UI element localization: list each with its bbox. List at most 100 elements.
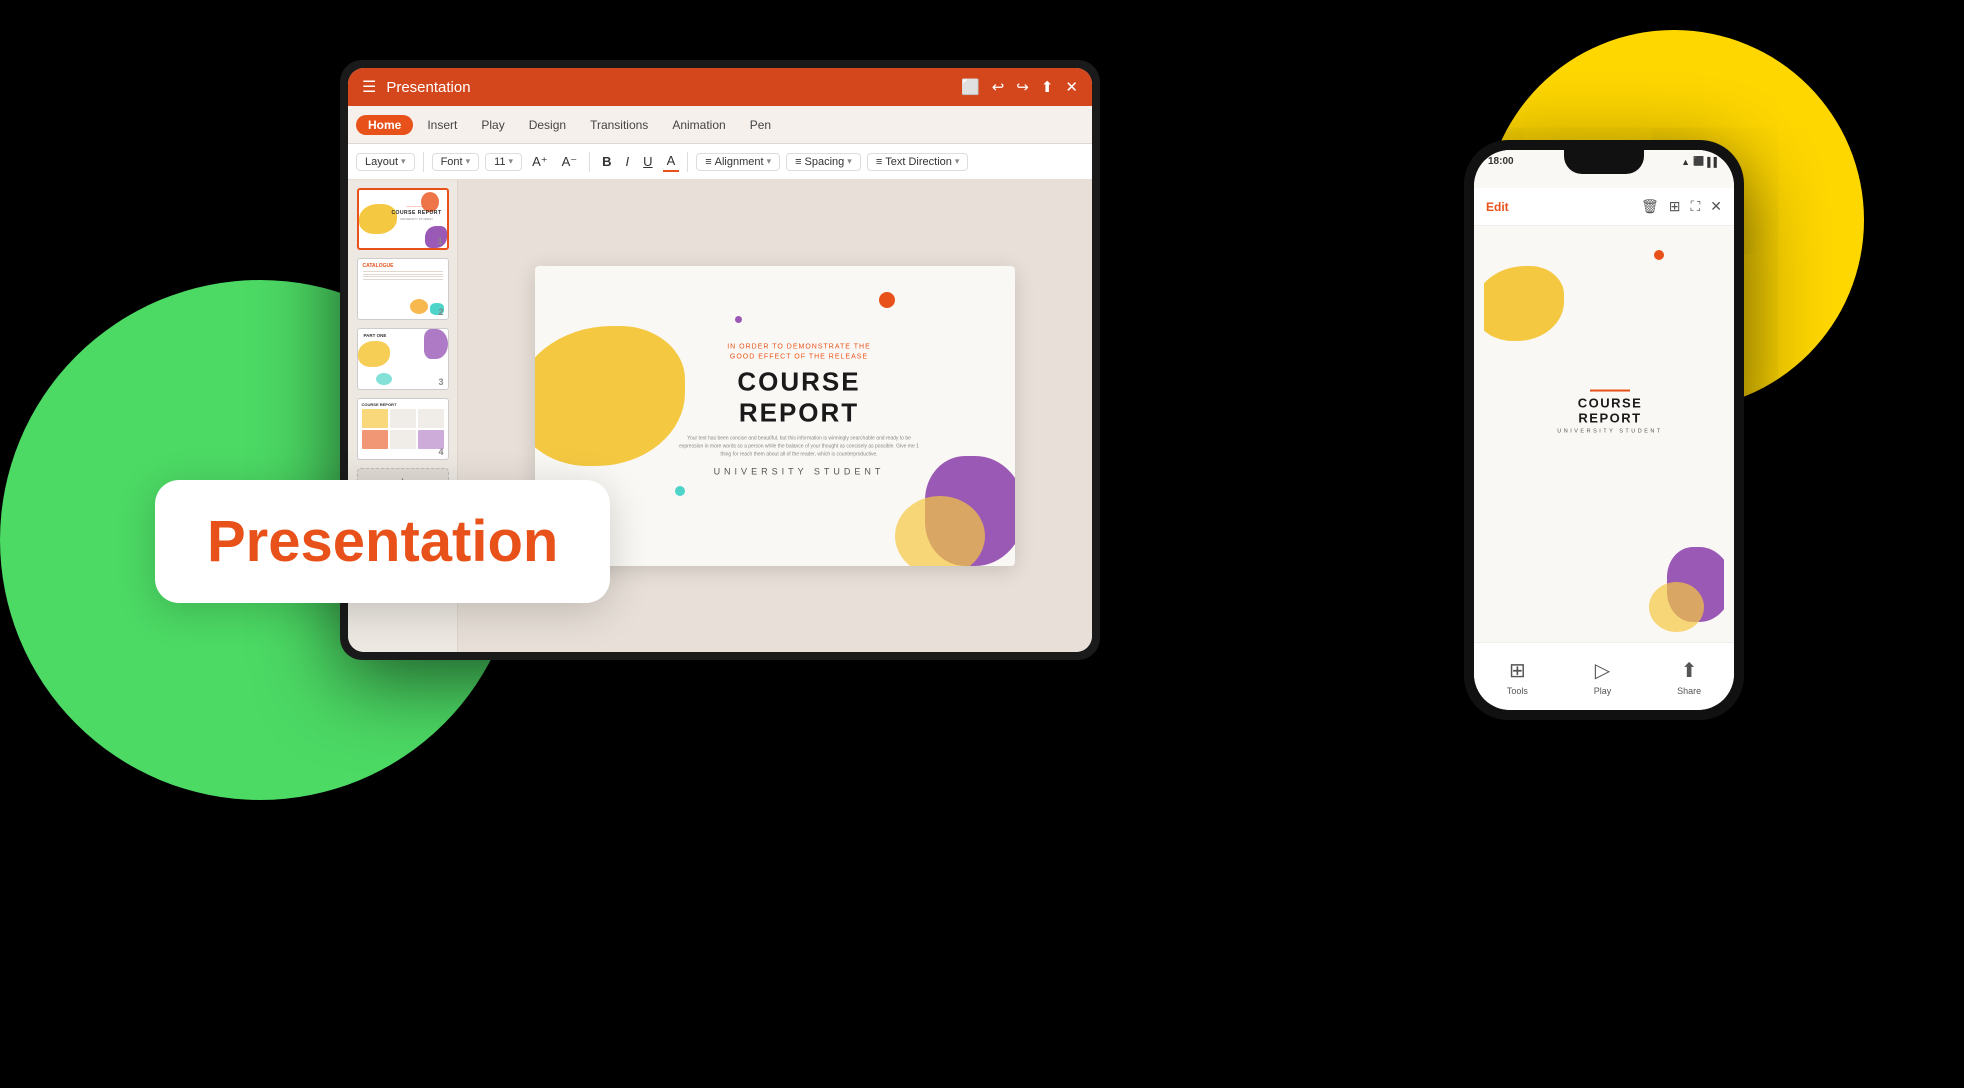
thumb1-subtitle: UNIVERSITY STUDENT <box>391 217 443 221</box>
close-icon[interactable]: ✕ <box>1065 78 1078 96</box>
wifi-icon: ⬛ <box>1693 156 1704 167</box>
thumb1-blob-purple <box>425 226 447 248</box>
spacing-label: Spacing <box>805 156 845 168</box>
menu-icon[interactable]: ☰ <box>362 77 376 97</box>
slide-text-area[interactable]: IN ORDER TO DEMONSTRATE THE GOOD EFFECT … <box>679 343 919 477</box>
tablet-title: Presentation <box>386 79 961 96</box>
thumb3-blob-teal <box>376 373 392 385</box>
layout-label: Layout <box>365 156 398 168</box>
underline-button[interactable]: U <box>639 152 656 171</box>
slide-body-text: Your text has been concise and beautiful… <box>679 434 919 458</box>
phone-toolbar-icons: 🗑 ⊞ ⛶ ✕ <box>1641 198 1722 215</box>
grow-icon[interactable]: A⁺ <box>528 152 552 172</box>
font-button[interactable]: Font ▾ <box>432 153 480 171</box>
phone-dot-orange <box>1654 250 1664 260</box>
phone-notch <box>1564 150 1644 174</box>
thumb2-title: CATALOGUE <box>363 263 443 269</box>
thumb1-title: COURSE REPORT <box>391 210 443 216</box>
undo-icon[interactable]: ↩ <box>992 78 1005 96</box>
tab-animation[interactable]: Animation <box>662 115 735 135</box>
font-color-button[interactable]: A <box>663 151 680 172</box>
thumb2-lines <box>363 271 443 280</box>
tab-pen[interactable]: Pen <box>740 115 781 135</box>
phone-share-icon: ⬆ <box>1681 658 1698 683</box>
phone-edit-button[interactable]: Edit <box>1486 200 1509 214</box>
slide-num-3: 3 <box>438 377 443 387</box>
tab-insert[interactable]: Insert <box>417 115 467 135</box>
slide-dot-teal <box>675 486 685 496</box>
alignment-label: Alignment <box>715 156 764 168</box>
layout-chevron: ▾ <box>401 156 406 167</box>
signal-icon: ▲ <box>1681 157 1690 167</box>
tab-play[interactable]: Play <box>471 115 514 135</box>
alignment-button[interactable]: ≡ Alignment ▾ <box>696 153 780 171</box>
slide-blob-yellow2 <box>895 496 985 566</box>
phone-content: COURSE REPORT UNIVERSITY STUDENT <box>1474 226 1734 642</box>
phone-tools-item[interactable]: ⊞ Tools <box>1507 658 1528 696</box>
phone-slide: COURSE REPORT UNIVERSITY STUDENT <box>1484 236 1724 632</box>
tab-transitions[interactable]: Transitions <box>580 115 658 135</box>
font-size-button[interactable]: 11 ▾ <box>485 153 522 171</box>
phone-status-bar: 18:00 ▲ ⬛ ▌▌ <box>1474 150 1734 188</box>
thumb1-orange-text: ———— <box>391 204 443 209</box>
phone-toolbar: Edit 🗑 ⊞ ⛶ ✕ <box>1474 188 1734 226</box>
thumb4-grid <box>362 409 444 449</box>
slide-dot-orange <box>879 292 895 308</box>
share-icon[interactable]: ⬆ <box>1041 78 1054 96</box>
phone-screen: 18:00 ▲ ⬛ ▌▌ Edit 🗑 ⊞ ⛶ ✕ <box>1474 150 1734 710</box>
bold-button[interactable]: B <box>598 152 615 171</box>
slide-main-title: COURSE REPORT <box>679 366 919 428</box>
presentation-label-text: Presentation <box>207 509 558 574</box>
phone-tools-label: Tools <box>1507 686 1528 696</box>
window-icon[interactable]: ⬜ <box>961 78 980 96</box>
phone-close-icon[interactable]: ✕ <box>1710 198 1722 215</box>
tablet-titlebar: ☰ Presentation ⬜ ↩ ↪ ⬆ ✕ <box>348 68 1092 106</box>
spacing-button[interactable]: ≡ Spacing ▾ <box>786 153 861 171</box>
redo-icon[interactable]: ↪ <box>1016 78 1029 96</box>
phone-blob-yellow2 <box>1649 582 1704 632</box>
slide-num-2: 2 <box>438 307 443 317</box>
phone-device: 18:00 ▲ ⬛ ▌▌ Edit 🗑 ⊞ ⛶ ✕ <box>1464 140 1744 720</box>
italic-button[interactable]: I <box>622 152 634 171</box>
text-direction-chevron: ▾ <box>955 156 960 167</box>
phone-delete-icon[interactable]: 🗑 <box>1641 198 1659 215</box>
phone-tools-icon: ⊞ <box>1509 658 1526 683</box>
phone-orange-line <box>1590 390 1630 392</box>
tab-bar: Home Insert Play Design Transitions Anim… <box>348 106 1092 144</box>
phone-play-icon: ▷ <box>1595 658 1610 683</box>
slide-thumb-2[interactable]: CATALOGUE 2 <box>357 258 449 320</box>
battery-icon: ▌▌ <box>1707 157 1720 167</box>
phone-play-item[interactable]: ▷ Play <box>1594 658 1612 696</box>
slide-thumb-1[interactable]: ———— COURSE REPORT UNIVERSITY STUDENT 1 <box>357 188 449 250</box>
text-direction-icon: ≡ <box>876 156 882 168</box>
slide-thumb-4[interactable]: COURSE REPORT 4 <box>357 398 449 460</box>
text-direction-label: Text Direction <box>885 156 952 168</box>
font-label: Font <box>441 156 463 168</box>
thumb3-title: PART ONE <box>364 333 387 338</box>
layout-button[interactable]: Layout ▾ <box>356 153 415 171</box>
separator-1 <box>423 152 424 172</box>
phone-slide-title: COURSE REPORT <box>1550 395 1670 425</box>
phone-bottom-bar: ⊞ Tools ▷ Play ⬆ Share <box>1474 642 1734 710</box>
slide-num-4: 4 <box>438 447 443 457</box>
font-chevron: ▾ <box>466 156 471 167</box>
font-size-value: 11 <box>494 156 505 168</box>
slide-subtitle-top: IN ORDER TO DEMONSTRATE THE GOOD EFFECT … <box>679 343 919 363</box>
separator-3 <box>687 152 688 172</box>
shrink-icon[interactable]: A⁻ <box>558 152 582 172</box>
phone-grid-icon[interactable]: ⊞ <box>1669 198 1681 215</box>
slide-thumb-3[interactable]: PART ONE 3 <box>357 328 449 390</box>
phone-blob-yellow <box>1484 266 1564 341</box>
spacing-icon: ≡ <box>795 156 801 168</box>
alignment-icon: ≡ <box>705 156 711 168</box>
phone-status-icons: ▲ ⬛ ▌▌ <box>1681 156 1720 167</box>
phone-share-item[interactable]: ⬆ Share <box>1677 658 1701 696</box>
tab-home[interactable]: Home <box>356 115 413 135</box>
tab-design[interactable]: Design <box>519 115 576 135</box>
phone-fullscreen-icon[interactable]: ⛶ <box>1690 198 1700 215</box>
phone-time: 18:00 <box>1488 156 1514 167</box>
slide-num-1: 1 <box>437 236 442 246</box>
presentation-label-card: Presentation <box>155 480 610 603</box>
text-direction-button[interactable]: ≡ Text Direction ▾ <box>867 153 969 171</box>
phone-slide-author: UNIVERSITY STUDENT <box>1550 428 1670 434</box>
